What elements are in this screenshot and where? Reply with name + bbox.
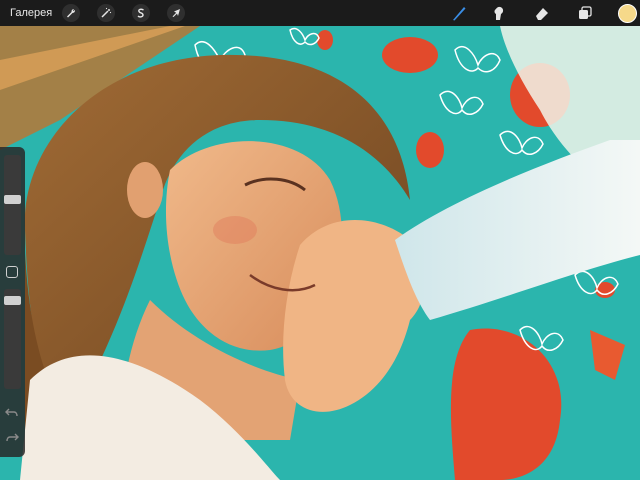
color-picker-swatch[interactable] — [618, 4, 637, 23]
ear — [127, 162, 163, 218]
red-lantern — [416, 132, 444, 168]
smudge-finger-icon[interactable] — [490, 4, 508, 22]
left-sidebar — [0, 147, 25, 457]
undo-arrow-icon[interactable] — [5, 405, 19, 419]
brush-icon[interactable] — [450, 4, 468, 22]
brush-size-handle[interactable] — [4, 195, 21, 204]
gallery-button[interactable]: Галерея — [10, 7, 52, 19]
brush-size-slider[interactable] — [4, 155, 21, 255]
modify-button[interactable] — [6, 266, 18, 278]
eraser-icon[interactable] — [533, 4, 551, 22]
opacity-handle[interactable] — [4, 296, 21, 305]
magic-wand-icon[interactable] — [97, 4, 116, 22]
arrow-cursor-icon[interactable] — [167, 4, 186, 22]
selection-s-icon[interactable] — [132, 4, 151, 22]
red-flower — [382, 37, 438, 73]
blush — [213, 216, 257, 244]
red-leaf — [317, 30, 333, 50]
opacity-slider[interactable] — [4, 289, 21, 389]
top-toolbar: Галерея — [0, 0, 640, 26]
wrench-icon[interactable] — [62, 4, 81, 22]
artwork-canvas[interactable] — [0, 0, 640, 480]
layers-icon[interactable] — [576, 4, 594, 22]
redo-arrow-icon[interactable] — [5, 430, 19, 444]
